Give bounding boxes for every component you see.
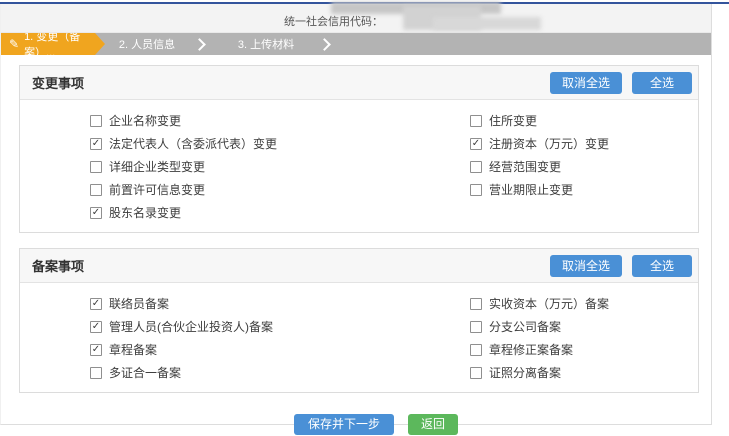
deselect-all-button[interactable]: 取消全选 (550, 72, 622, 94)
select-all-button[interactable]: 全选 (632, 255, 692, 277)
checkbox-item-business-scope-change[interactable]: 经营范围变更 (470, 155, 698, 178)
step-3-label: 3. 上传材料 (238, 36, 294, 52)
header-strip: 统一社会信用代码： (1, 4, 711, 33)
checkbox-item-articles-amendment-filing[interactable]: 章程修正案备案 (470, 338, 698, 361)
checkbox-item-company-name-change[interactable]: 企业名称变更 (90, 109, 470, 132)
checkbox-item-address-change[interactable]: 住所变更 (470, 109, 698, 132)
checkbox[interactable] (470, 298, 482, 310)
checkbox-item-pre-license-info-change[interactable]: 前置许可信息变更 (90, 178, 470, 201)
back-button[interactable]: 返回 (408, 414, 458, 435)
checkbox[interactable] (470, 321, 482, 333)
redacted-credit-code-value (433, 17, 541, 30)
checkbox[interactable] (90, 207, 102, 219)
step-2-personnel-info[interactable]: 2. 人员信息 (105, 33, 189, 55)
checkbox[interactable] (90, 115, 102, 127)
checkbox[interactable] (90, 321, 102, 333)
checkbox[interactable] (470, 184, 482, 196)
deselect-all-button[interactable]: 取消全选 (550, 255, 622, 277)
select-all-button[interactable]: 全选 (632, 72, 692, 94)
chevron-right-icon (318, 38, 331, 51)
wizard-steps-bar: ✎ 1. 变更（备案）... 2. 人员信息 3. 上传材料 (1, 33, 711, 55)
checkbox[interactable] (90, 367, 102, 379)
change-items-header: 变更事项 取消全选 全选 (20, 66, 698, 100)
checkbox-item-business-term-change[interactable]: 营业期限止变更 (470, 178, 698, 201)
save-and-next-button[interactable]: 保存并下一步 (294, 414, 394, 435)
checkbox[interactable] (90, 298, 102, 310)
checkbox-item-managers-filing[interactable]: 管理人员(合伙企业投资人)备案 (90, 315, 470, 338)
checkbox-item-paid-capital-filing[interactable]: 实收资本（万元）备案 (470, 292, 698, 315)
checkbox-item-liaison-filing[interactable]: 联络员备案 (90, 292, 470, 315)
checkbox[interactable] (90, 344, 102, 356)
checkbox[interactable] (470, 115, 482, 127)
change-items-section: 变更事项 取消全选 全选 企业名称变更 法定代表人（含委派代表）变更 详细企业类… (19, 65, 699, 233)
section-title: 变更事项 (32, 73, 84, 92)
checkbox[interactable] (470, 161, 482, 173)
checkbox-item-enterprise-type-change[interactable]: 详细企业类型变更 (90, 155, 470, 178)
checkbox[interactable] (470, 344, 482, 356)
edit-pencil-icon: ✎ (9, 38, 19, 50)
checkbox-item-multi-cert-filing[interactable]: 多证合一备案 (90, 361, 470, 384)
checkbox[interactable] (90, 184, 102, 196)
filing-items-section: 备案事项 取消全选 全选 联络员备案 管理人员(合伙企业投资人)备案 章程备案 (19, 248, 699, 393)
step-3-upload-materials[interactable]: 3. 上传材料 (218, 33, 314, 55)
footer-actions: 保存并下一步 返回 (1, 414, 711, 435)
page-container: 统一社会信用代码： ✎ 1. 变更（备案）... 2. 人员信息 3. 上传材料… (0, 4, 712, 425)
checkbox-item-cert-separation-filing[interactable]: 证照分离备案 (470, 361, 698, 384)
checkbox-item-registered-capital-change[interactable]: 注册资本（万元）变更 (470, 132, 698, 155)
checkbox[interactable] (470, 367, 482, 379)
checkbox[interactable] (90, 138, 102, 150)
checkbox[interactable] (470, 138, 482, 150)
chevron-right-icon (193, 38, 206, 51)
section-title: 备案事项 (32, 256, 84, 275)
filing-items-header: 备案事项 取消全选 全选 (20, 249, 698, 283)
checkbox[interactable] (90, 161, 102, 173)
checkbox-item-shareholder-list-change[interactable]: 股东名录变更 (90, 201, 470, 224)
checkbox-item-legal-rep-change[interactable]: 法定代表人（含委派代表）变更 (90, 132, 470, 155)
checkbox-item-articles-filing[interactable]: 章程备案 (90, 338, 470, 361)
checkbox-item-branch-filing[interactable]: 分支公司备案 (470, 315, 698, 338)
step-1-change-filing[interactable]: ✎ 1. 变更（备案）... (1, 33, 105, 55)
step-2-label: 2. 人员信息 (119, 36, 175, 52)
credit-code-label: 统一社会信用代码： (284, 13, 383, 29)
